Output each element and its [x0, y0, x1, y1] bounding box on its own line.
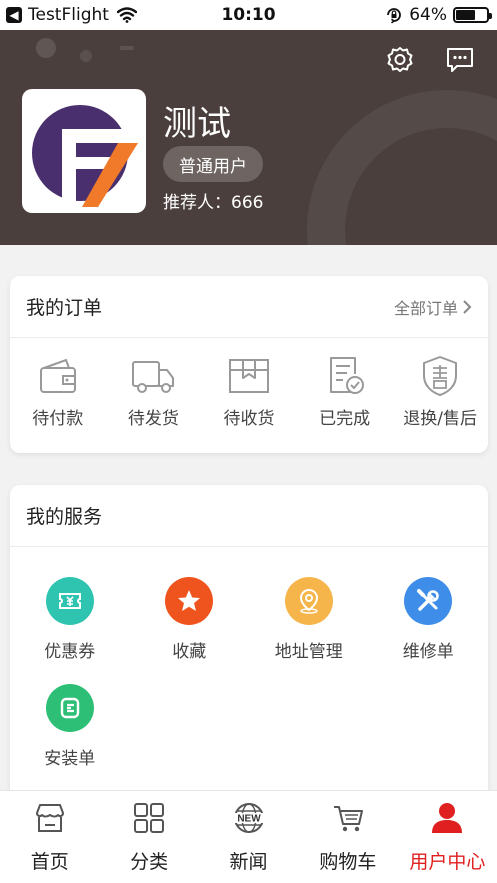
my-orders-card: 我的订单 全部订单 待付款 待发货 待收货 已完成 退换/售后: [10, 276, 488, 453]
completed-document-icon: [329, 357, 364, 394]
status-bar: ◀ TestFlight 10:10 64%: [0, 0, 497, 30]
my-orders-title: 我的订单: [26, 297, 103, 319]
username: 测试: [163, 104, 231, 144]
home-store-icon: [35, 804, 64, 832]
user-icon: [432, 803, 463, 833]
package-icon: [228, 359, 269, 393]
location-icon: [284, 577, 333, 625]
tab-user-center[interactable]: 用户中心: [398, 791, 497, 883]
my-services-title: 我的服务: [26, 506, 103, 528]
grid-icon: [134, 803, 165, 833]
tools-icon: [404, 577, 453, 625]
wifi-icon: [116, 7, 137, 23]
referrer-text: 推荐人：666: [163, 193, 264, 213]
service-label: 安装单: [44, 749, 96, 769]
order-status-pending-receipt[interactable]: 待收货: [201, 338, 297, 452]
avatar[interactable]: [22, 89, 146, 213]
message-icon[interactable]: [444, 44, 476, 76]
chevron-right-icon: [463, 299, 472, 314]
tab-label: 新闻: [229, 851, 268, 873]
member-level-badge: 普通用户: [163, 146, 263, 182]
battery-percent: 64%: [409, 5, 447, 25]
news-icon-text: NEW: [237, 814, 261, 825]
service-favorites[interactable]: 收藏: [130, 577, 250, 662]
wallet-icon: [39, 358, 76, 393]
order-status-after-sales[interactable]: 退换/售后: [392, 338, 488, 452]
order-status-label: 已完成: [319, 409, 371, 429]
order-status-label: 待付款: [32, 409, 84, 429]
settings-gear-icon[interactable]: [384, 44, 416, 76]
rotation-lock-icon: [387, 8, 402, 24]
all-orders-label: 全部订单: [393, 298, 458, 318]
back-to-app-icon[interactable]: ◀: [6, 7, 22, 23]
profile-header: 测试 普通用户 推荐人：666: [0, 30, 497, 245]
service-install-orders[interactable]: 安装单: [10, 684, 130, 769]
cart-icon: [333, 806, 363, 832]
star-icon: [165, 577, 214, 625]
service-label: 优惠券: [44, 642, 96, 662]
tab-categories[interactable]: 分类: [99, 791, 198, 883]
coupon-icon: [45, 577, 94, 625]
service-label: 收藏: [172, 642, 207, 662]
bottom-tab-bar: 首页 分类 NEW 新闻 购物车 用户中心: [0, 790, 497, 883]
order-status-label: 待收货: [223, 409, 275, 429]
service-label: 地址管理: [274, 642, 343, 662]
battery-icon: [453, 7, 492, 23]
tab-label: 首页: [30, 851, 69, 873]
after-sales-shield-icon: [423, 356, 458, 396]
brand-logo-icon: [32, 105, 138, 207]
tab-news[interactable]: NEW 新闻: [199, 791, 298, 883]
truck-icon: [132, 361, 175, 393]
order-status-label: 退换/售后: [403, 409, 478, 429]
service-coupons[interactable]: 优惠券: [10, 577, 130, 662]
order-status-completed[interactable]: 已完成: [297, 338, 393, 452]
status-app-name[interactable]: TestFlight: [28, 5, 109, 25]
tab-label: 用户中心: [409, 851, 486, 873]
order-status-label: 待发货: [127, 409, 179, 429]
tab-label: 购物车: [319, 851, 377, 873]
tab-label: 分类: [130, 851, 169, 873]
tab-cart[interactable]: 购物车: [298, 791, 397, 883]
service-repair-orders[interactable]: 维修单: [369, 577, 489, 662]
my-services-card: 我的服务 优惠券 收藏 地址管理 维修单 安装单: [10, 485, 488, 805]
order-status-pending-payment[interactable]: 待付款: [10, 338, 106, 452]
order-status-pending-shipment[interactable]: 待发货: [106, 338, 202, 452]
all-orders-link[interactable]: 全部订单: [394, 295, 472, 319]
service-address-management[interactable]: 地址管理: [249, 577, 369, 662]
news-globe-icon: NEW: [233, 803, 264, 833]
install-icon: [45, 684, 94, 732]
service-label: 维修单: [402, 642, 454, 662]
tab-home[interactable]: 首页: [0, 791, 99, 883]
